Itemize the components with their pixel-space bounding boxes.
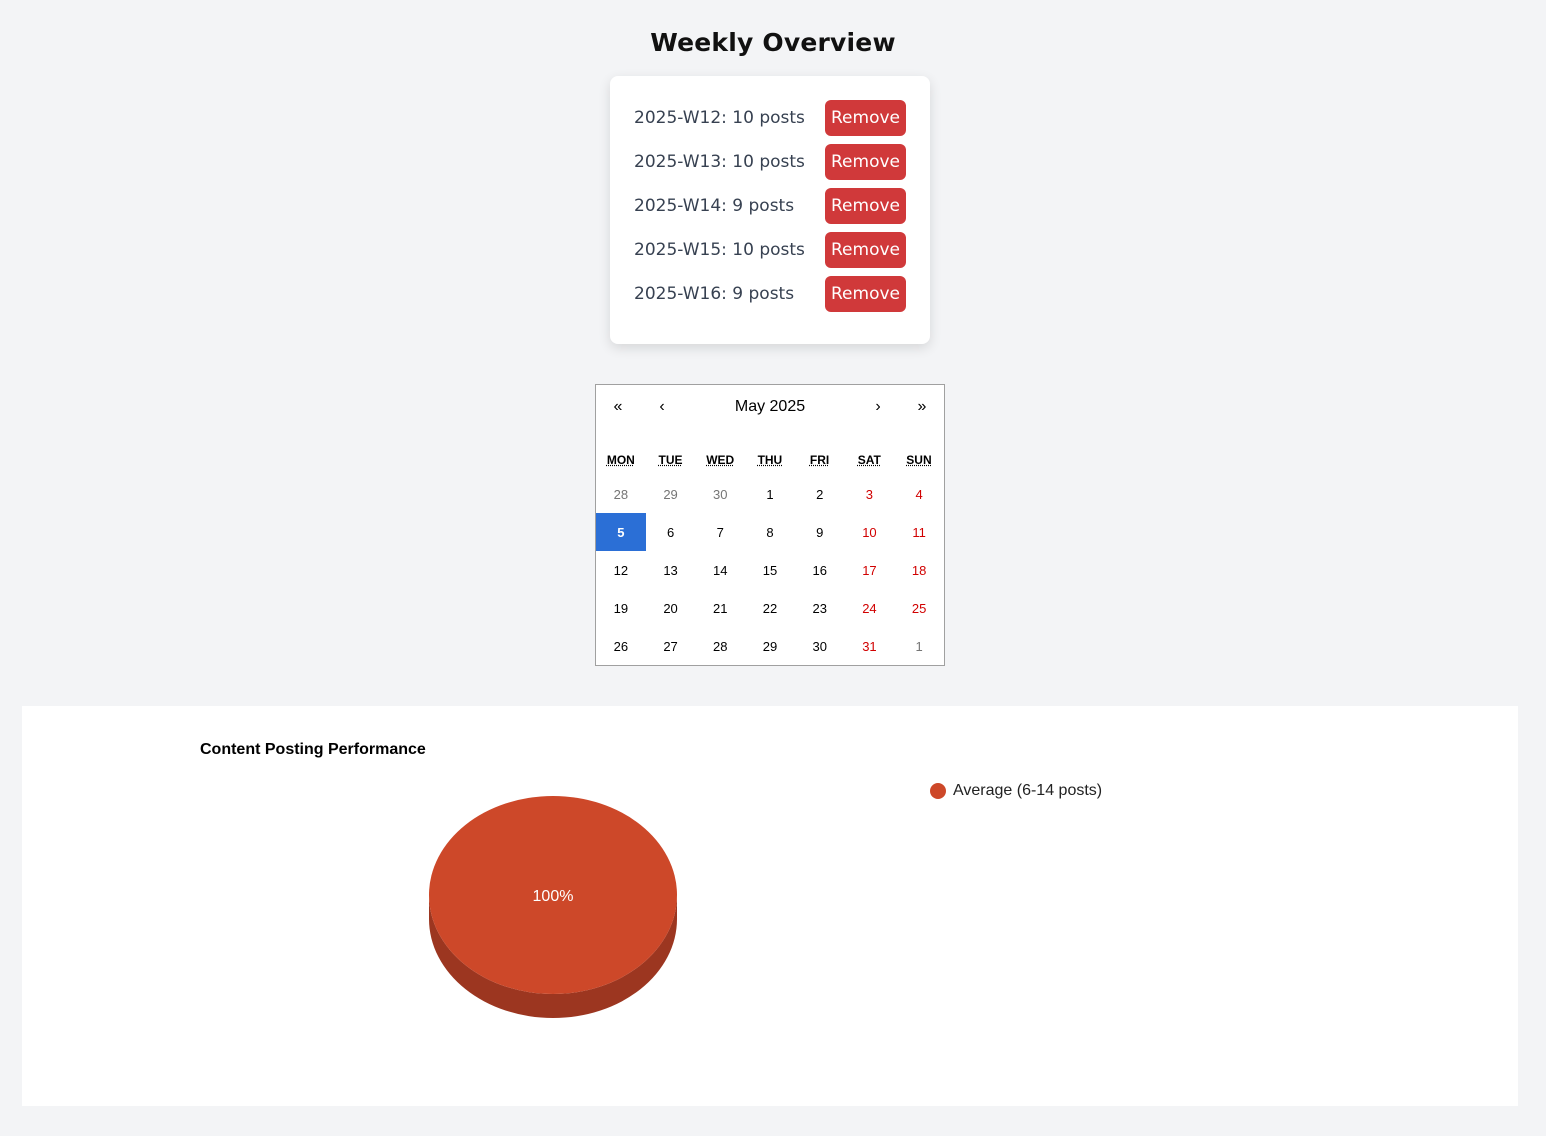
- calendar-day[interactable]: 27: [646, 627, 696, 665]
- legend-swatch: [930, 783, 946, 799]
- calendar-day[interactable]: 4: [894, 475, 944, 513]
- weekday-label: TUE: [658, 453, 683, 467]
- remove-button[interactable]: Remove: [825, 188, 906, 224]
- weekday-label: MON: [606, 453, 635, 467]
- calendar-day[interactable]: 19: [596, 589, 646, 627]
- calendar-day[interactable]: 18: [894, 551, 944, 589]
- weekly-overview-card: 2025-W12: 10 posts Remove 2025-W13: 10 pos…: [610, 76, 930, 344]
- calendar-day[interactable]: 7: [695, 513, 745, 551]
- calendar-day[interactable]: 8: [745, 513, 795, 551]
- weekday-header: MON TUE WED THU FRI SAT SUN: [596, 449, 944, 471]
- calendar-day[interactable]: 30: [795, 627, 845, 665]
- week-row: 2025-W16: 9 posts Remove: [634, 276, 906, 312]
- calendar-day[interactable]: 13: [646, 551, 696, 589]
- weekday-label: THU: [757, 453, 783, 467]
- calendar-day[interactable]: 29: [646, 475, 696, 513]
- next-month-button[interactable]: ›: [856, 385, 900, 429]
- calendar-day[interactable]: 28: [695, 627, 745, 665]
- pie-chart: 100%: [429, 796, 677, 1018]
- calendar-day[interactable]: 31: [845, 627, 895, 665]
- calendar-day[interactable]: 17: [845, 551, 895, 589]
- calendar-day[interactable]: 1: [745, 475, 795, 513]
- week-label: 2025-W12: 10 posts: [634, 108, 805, 128]
- calendar-day[interactable]: 9: [795, 513, 845, 551]
- calendar-day[interactable]: 30: [695, 475, 745, 513]
- week-row: 2025-W14: 9 posts Remove: [634, 188, 906, 224]
- calendar-day[interactable]: 20: [646, 589, 696, 627]
- calendar-day[interactable]: 24: [845, 589, 895, 627]
- calendar-day[interactable]: 26: [596, 627, 646, 665]
- next-year-button[interactable]: »: [900, 385, 944, 429]
- calendar-day[interactable]: 29: [745, 627, 795, 665]
- remove-button[interactable]: Remove: [825, 100, 906, 136]
- weekday-label: SUN: [906, 453, 932, 467]
- calendar-days: 28 29 30 1 2 3 4 5 6 7 8 9 10 11 12 13 14 15 16 17 18 19 20 21 2…: [596, 475, 944, 665]
- week-row: 2025-W13: 10 posts Remove: [634, 144, 906, 180]
- calendar-day[interactable]: 16: [795, 551, 845, 589]
- page-title: Weekly Overview: [650, 28, 896, 57]
- weekday-label: SAT: [857, 453, 881, 467]
- calendar: « ‹ May 2025 › » MON TUE WED THU FRI SAT SUN 2…: [595, 384, 945, 666]
- remove-button[interactable]: Remove: [825, 232, 906, 268]
- week-label: 2025-W13: 10 posts: [634, 152, 805, 172]
- calendar-day[interactable]: 3: [845, 475, 895, 513]
- calendar-day[interactable]: 5: [596, 513, 646, 551]
- calendar-day[interactable]: 10: [845, 513, 895, 551]
- prev-year-button[interactable]: «: [596, 385, 640, 429]
- calendar-day[interactable]: 22: [745, 589, 795, 627]
- week-label: 2025-W14: 9 posts: [634, 196, 795, 216]
- prev-month-button[interactable]: ‹: [640, 385, 684, 429]
- week-label: 2025-W16: 9 posts: [634, 284, 795, 304]
- chart-panel: Content Posting Performance 100% Average…: [22, 706, 1518, 1106]
- week-label: 2025-W15: 10 posts: [634, 240, 805, 260]
- calendar-day[interactable]: 15: [745, 551, 795, 589]
- calendar-day[interactable]: 28: [596, 475, 646, 513]
- legend-label[interactable]: Average (6-14 posts): [953, 782, 1102, 800]
- calendar-day[interactable]: 21: [695, 589, 745, 627]
- remove-button[interactable]: Remove: [825, 144, 906, 180]
- week-row: 2025-W15: 10 posts Remove: [634, 232, 906, 268]
- calendar-day[interactable]: 11: [894, 513, 944, 551]
- calendar-day[interactable]: 2: [795, 475, 845, 513]
- calendar-day[interactable]: 1: [894, 627, 944, 665]
- calendar-day[interactable]: 25: [894, 589, 944, 627]
- chart-legend: Average (6-14 posts): [930, 782, 1102, 800]
- remove-button[interactable]: Remove: [825, 276, 906, 312]
- calendar-navigation: « ‹ May 2025 › »: [596, 385, 944, 429]
- weekday-label: WED: [706, 453, 735, 467]
- pie-slice-label: 100%: [533, 888, 574, 905]
- week-row: 2025-W12: 10 posts Remove: [634, 100, 906, 136]
- calendar-day[interactable]: 6: [646, 513, 696, 551]
- calendar-day[interactable]: 14: [695, 551, 745, 589]
- weekday-label: FRI: [809, 453, 830, 467]
- calendar-day[interactable]: 12: [596, 551, 646, 589]
- calendar-day[interactable]: 23: [795, 589, 845, 627]
